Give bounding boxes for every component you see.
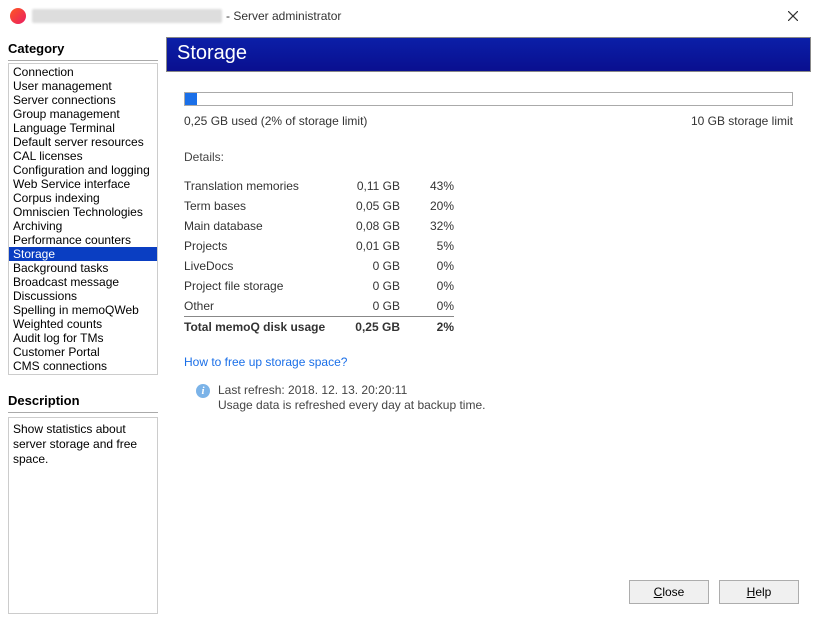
close-button[interactable]: Close — [629, 580, 709, 604]
category-item-cal-licenses[interactable]: CAL licenses — [9, 149, 157, 163]
category-item-omniscien-technologies[interactable]: Omniscien Technologies — [9, 205, 157, 219]
free-space-link[interactable]: How to free up storage space? — [184, 355, 347, 369]
category-item-archiving[interactable]: Archiving — [9, 219, 157, 233]
close-icon — [788, 11, 798, 21]
server-address-redacted — [32, 9, 222, 23]
help-button[interactable]: Help — [719, 580, 799, 604]
details-table: Translation memories0,11 GB43%Term bases… — [184, 176, 454, 337]
storage-progress-fill — [185, 93, 197, 105]
storage-progress — [184, 92, 793, 106]
table-row: Term bases0,05 GB20% — [184, 196, 454, 216]
info-text: Last refresh: 2018. 12. 13. 20:20:11 Usa… — [218, 383, 485, 413]
category-item-configuration-and-logging[interactable]: Configuration and logging — [9, 163, 157, 177]
category-item-cms-connections[interactable]: CMS connections — [9, 359, 157, 373]
description-heading: Description — [8, 389, 158, 413]
app-icon — [10, 8, 26, 24]
category-item-language-terminal[interactable]: Language Terminal — [9, 121, 157, 135]
window-close-button[interactable] — [773, 4, 813, 28]
category-item-weighted-counts[interactable]: Weighted counts — [9, 317, 157, 331]
category-item-broadcast-message[interactable]: Broadcast message — [9, 275, 157, 289]
table-total-row: Total memoQ disk usage0,25 GB2% — [184, 317, 454, 338]
details-heading: Details: — [184, 150, 793, 164]
page-title: Storage — [166, 37, 811, 72]
category-item-web-service-interface[interactable]: Web Service interface — [9, 177, 157, 191]
category-item-performance-counters[interactable]: Performance counters — [9, 233, 157, 247]
refresh-note: Usage data is refreshed every day at bac… — [218, 398, 485, 413]
category-item-storage[interactable]: Storage — [9, 247, 157, 261]
info-icon: i — [196, 384, 210, 398]
table-row: Other0 GB0% — [184, 296, 454, 317]
category-list[interactable]: ConnectionUser managementServer connecti… — [8, 63, 158, 375]
category-item-default-server-resources[interactable]: Default server resources — [9, 135, 157, 149]
category-item-corpus-indexing[interactable]: Corpus indexing — [9, 191, 157, 205]
category-item-connection[interactable]: Connection — [9, 65, 157, 79]
table-row: Translation memories0,11 GB43% — [184, 176, 454, 196]
category-heading: Category — [8, 37, 158, 61]
window-title: - Server administrator — [226, 9, 341, 23]
category-item-background-tasks[interactable]: Background tasks — [9, 261, 157, 275]
limit-label: 10 GB storage limit — [691, 114, 793, 128]
table-row: LiveDocs0 GB0% — [184, 256, 454, 276]
table-row: Project file storage0 GB0% — [184, 276, 454, 296]
used-label: 0,25 GB used (2% of storage limit) — [184, 114, 367, 128]
category-item-audit-log-for-tms[interactable]: Audit log for TMs — [9, 331, 157, 345]
category-item-group-management[interactable]: Group management — [9, 107, 157, 121]
category-item-spelling-in-memoqweb[interactable]: Spelling in memoQWeb — [9, 303, 157, 317]
table-row: Main database0,08 GB32% — [184, 216, 454, 236]
description-text: Show statistics about server storage and… — [8, 417, 158, 614]
table-row: Projects0,01 GB5% — [184, 236, 454, 256]
category-item-user-management[interactable]: User management — [9, 79, 157, 93]
last-refresh: Last refresh: 2018. 12. 13. 20:20:11 — [218, 383, 485, 398]
category-item-discussions[interactable]: Discussions — [9, 289, 157, 303]
category-item-server-connections[interactable]: Server connections — [9, 93, 157, 107]
titlebar: - Server administrator — [0, 0, 819, 32]
category-item-customer-portal[interactable]: Customer Portal — [9, 345, 157, 359]
